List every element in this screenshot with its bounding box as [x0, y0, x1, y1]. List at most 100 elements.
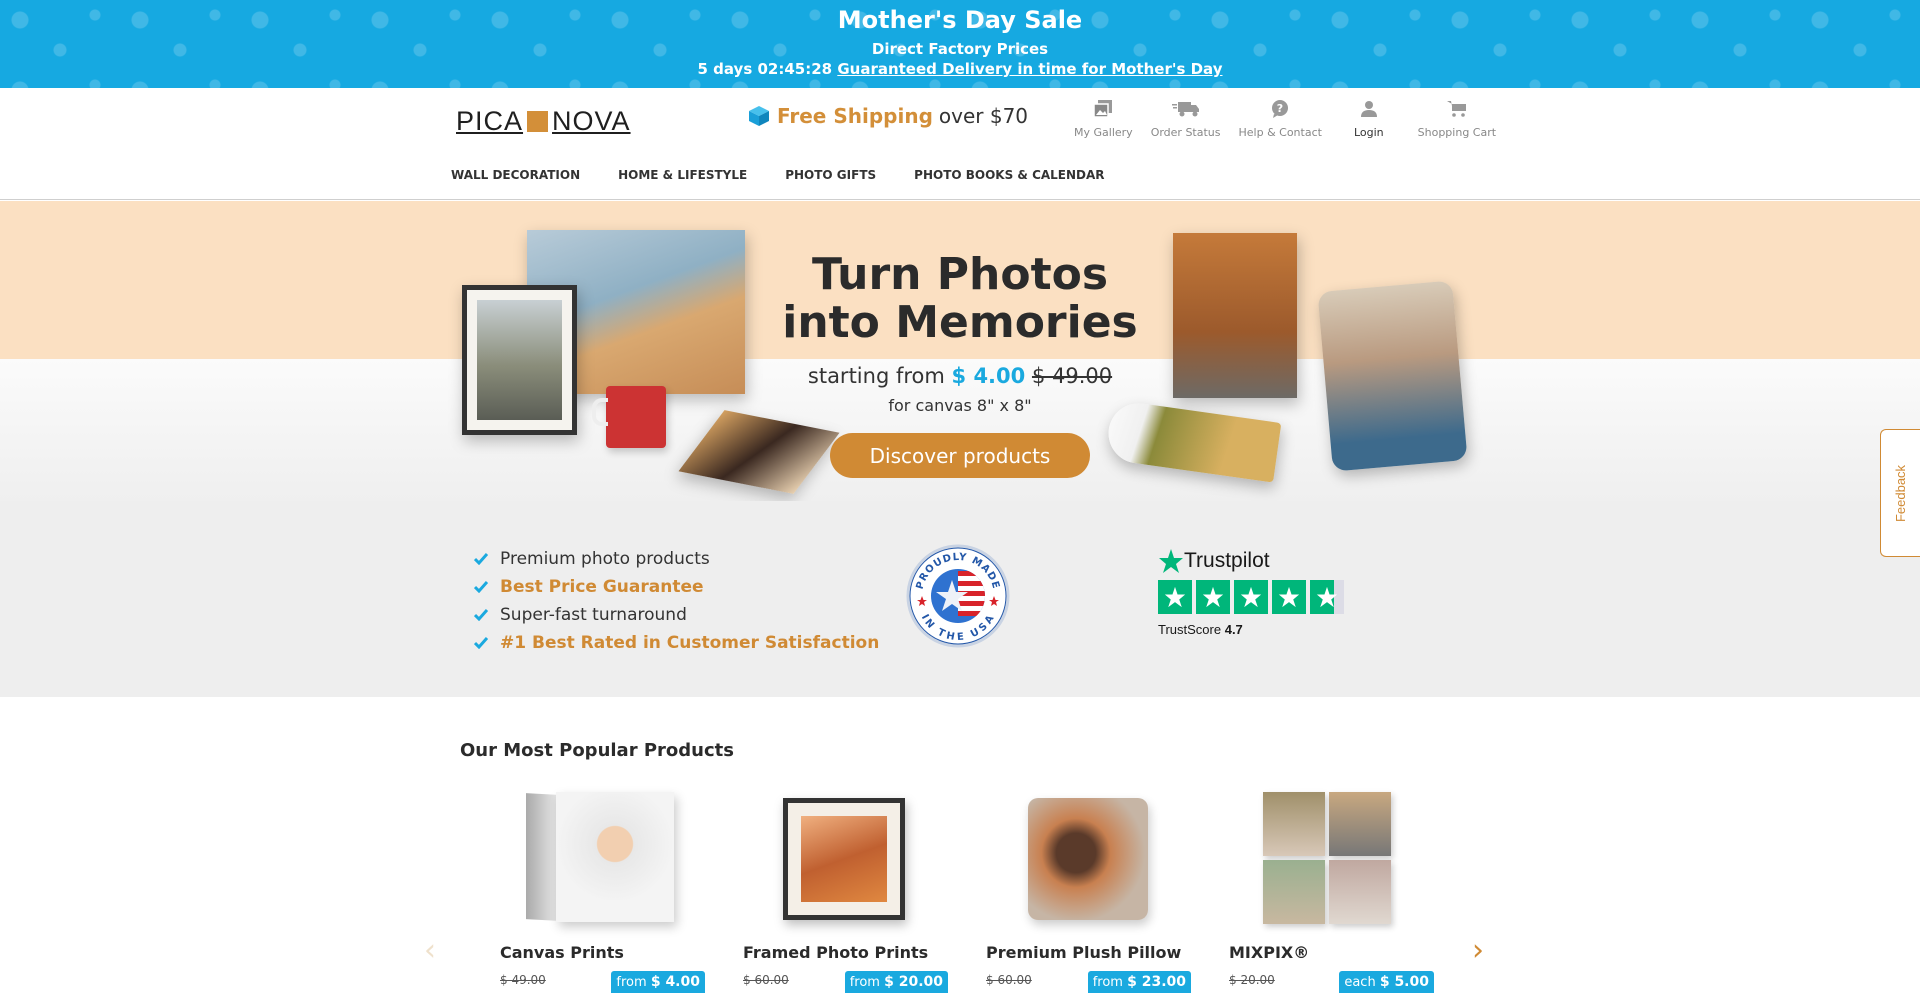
- gallery-icon: [1093, 98, 1113, 120]
- trustpilot-stars: [1158, 580, 1348, 614]
- promo-title: Mother's Day Sale: [837, 6, 1083, 34]
- product-card-canvas-prints[interactable]: Canvas Prints $ 49.00 from $ 4.00: [500, 788, 705, 993]
- order-status-link[interactable]: Order Status: [1151, 98, 1221, 139]
- starting-from-label: starting from: [807, 364, 945, 388]
- nav-home-lifestyle[interactable]: HOME & LIFESTYLE: [618, 168, 747, 182]
- login-label: Login: [1353, 126, 1384, 139]
- price-prefix: from: [1092, 975, 1123, 990]
- popular-products-title: Our Most Popular Products: [460, 740, 734, 761]
- carousel-prev-button[interactable]: ‹: [424, 933, 436, 968]
- login-link[interactable]: Login: [1354, 98, 1384, 139]
- pillow-image: [986, 788, 1191, 928]
- usp-text[interactable]: Best Price Guarantee: [500, 577, 704, 597]
- checkmark-icon: [474, 581, 488, 593]
- product-price: $ 23.00: [1127, 974, 1186, 990]
- feedback-tab[interactable]: Feedback: [1880, 429, 1920, 557]
- product-name: Premium Plush Pillow: [986, 943, 1182, 962]
- product-old-price: $ 20.00: [1229, 973, 1275, 987]
- utility-nav: My Gallery Order Status ? Help & Contact…: [1060, 98, 1496, 139]
- hero-title: Turn Photos into Memories: [760, 251, 1160, 347]
- checkmark-icon: [474, 637, 488, 649]
- order-status-label: Order Status: [1150, 126, 1221, 139]
- product-old-price: $ 60.00: [986, 973, 1032, 987]
- product-name: Canvas Prints: [500, 943, 624, 962]
- hero-title-line1: Turn Photos: [811, 249, 1109, 300]
- product-price: $ 4.00: [650, 974, 700, 990]
- trustpilot-brand: Trustpilot: [1184, 549, 1270, 572]
- made-in-usa-badge: PROUDLY MADE IN THE USA: [906, 544, 1010, 648]
- product-card-premium-plush-pillow[interactable]: Premium Plush Pillow $ 60.00 from $ 23.0…: [986, 788, 1191, 993]
- framed-prints-image: [743, 788, 948, 928]
- checkmark-icon: [474, 553, 488, 565]
- promo-subtitle: Direct Factory Prices: [871, 40, 1049, 58]
- delivery-link[interactable]: Guaranteed Delivery in time for Mother's…: [837, 60, 1222, 78]
- my-gallery-link[interactable]: My Gallery: [1074, 98, 1133, 139]
- discover-products-button[interactable]: Discover products: [830, 433, 1090, 478]
- nav-photo-gifts[interactable]: PHOTO GIFTS: [785, 168, 876, 182]
- checkmark-icon: [474, 609, 488, 621]
- truck-icon: [1171, 98, 1200, 120]
- photo-pillow: [1317, 280, 1468, 472]
- product-price-badge: each $ 5.00: [1339, 971, 1434, 993]
- feedback-label: Feedback: [1893, 464, 1908, 522]
- usp-text: Super-fast turnaround: [500, 605, 687, 625]
- picanova-logo[interactable]: PICA NOVA: [456, 106, 631, 137]
- shopping-cart-link[interactable]: Shopping Cart: [1418, 98, 1496, 139]
- main-nav: WALL DECORATION HOME & LIFESTYLE PHOTO G…: [451, 168, 1143, 182]
- logo-text-right: NOVA: [552, 106, 631, 136]
- price-prefix: from: [849, 975, 880, 990]
- usp-item: #1 Best Rated in Customer Satisfaction: [474, 629, 879, 657]
- hero-price: starting from $ 4.00 $ 49.00: [760, 364, 1160, 388]
- product-name: Framed Photo Prints: [743, 943, 929, 962]
- canvas-prints-image: [500, 788, 705, 928]
- help-contact-label: Help & Contact: [1238, 126, 1322, 139]
- usp-item: Premium photo products: [474, 545, 879, 573]
- product-price: $ 5.00: [1379, 974, 1429, 990]
- logo-text-left: PICA: [456, 106, 524, 136]
- trustpilot-star: [1158, 580, 1192, 614]
- product-card-framed-photo-prints[interactable]: Framed Photo Prints $ 60.00 from $ 20.00: [743, 788, 948, 993]
- usp-item: Best Price Guarantee: [474, 573, 879, 601]
- trustpilot-widget[interactable]: Trustpilot TrustScore 4.7: [1158, 548, 1348, 637]
- cart-icon: [1446, 98, 1467, 120]
- shipping-threshold: over $70: [938, 104, 1029, 128]
- trustpilot-star: [1196, 580, 1230, 614]
- user-icon: [1360, 98, 1378, 120]
- usp-text: Premium photo products: [500, 549, 710, 569]
- trustpilot-star: [1310, 580, 1344, 614]
- free-shipping-text: Free Shipping: [777, 104, 933, 128]
- hero-price-old: $ 49.00: [1031, 364, 1113, 388]
- hero-note: for canvas 8" x 8": [888, 396, 1032, 415]
- carousel-next-button[interactable]: ›: [1472, 933, 1484, 968]
- trustpilot-star-icon: [1159, 549, 1183, 573]
- trustscore-label: TrustScore: [1158, 622, 1222, 637]
- package-icon: [749, 106, 769, 126]
- hero-banner: Turn Photos into Memories starting from …: [0, 201, 1920, 501]
- price-prefix: each: [1344, 975, 1376, 990]
- promo-banner: Mother's Day Sale Direct Factory Prices …: [0, 0, 1920, 88]
- hero-price-now: $ 4.00: [951, 364, 1026, 388]
- trustpilot-header: Trustpilot: [1158, 548, 1348, 574]
- trustscore: TrustScore 4.7: [1158, 622, 1348, 637]
- framed-hiker-photo: [462, 285, 577, 435]
- product-price-badge: from $ 20.00: [844, 971, 948, 993]
- price-prefix: from: [616, 975, 647, 990]
- nav-wall-decoration[interactable]: WALL DECORATION: [451, 168, 580, 182]
- logo-square-icon: [527, 111, 549, 132]
- help-contact-link[interactable]: ? Help & Contact: [1239, 98, 1322, 139]
- free-shipping-notice: Free Shipping over $70: [747, 104, 1028, 128]
- product-card-mixpix[interactable]: MIXPIX® $ 20.00 each $ 5.00: [1229, 788, 1434, 993]
- trust-section: Premium photo products Best Price Guaran…: [0, 501, 1920, 697]
- svg-text:?: ?: [1277, 102, 1283, 115]
- product-name: MIXPIX®: [1229, 943, 1310, 962]
- trustpilot-star: [1272, 580, 1306, 614]
- nav-photo-books-calendar[interactable]: PHOTO BOOKS & CALENDAR: [914, 168, 1104, 182]
- usp-list: Premium photo products Best Price Guaran…: [474, 545, 879, 657]
- usp-text[interactable]: #1 Best Rated in Customer Satisfaction: [500, 633, 879, 653]
- help-icon: ?: [1270, 98, 1290, 120]
- countdown-timer: 5 days 02:45:28: [697, 60, 833, 78]
- trustpilot-star: [1234, 580, 1268, 614]
- photo-mug: [592, 386, 666, 448]
- my-gallery-label: My Gallery: [1074, 126, 1133, 139]
- mixpix-image: [1229, 788, 1434, 928]
